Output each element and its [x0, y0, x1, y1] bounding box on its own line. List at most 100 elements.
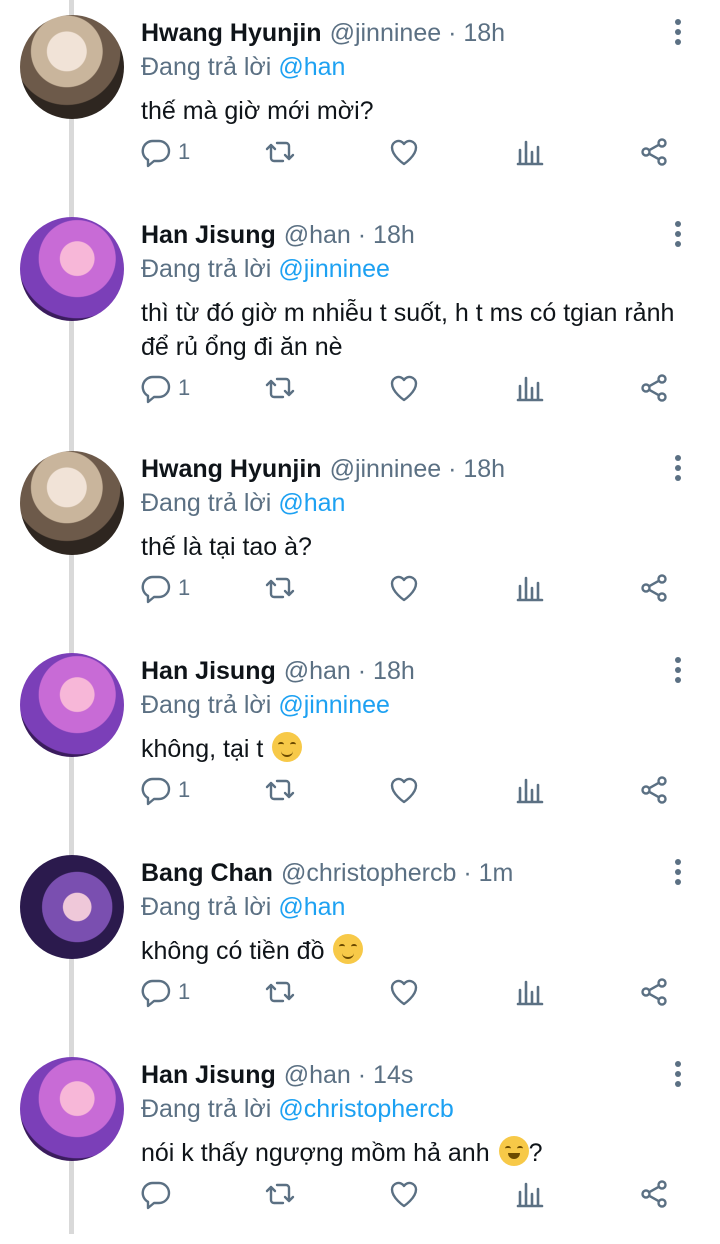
- avatar[interactable]: [20, 217, 124, 321]
- avatar[interactable]: [20, 653, 124, 757]
- retweet-button[interactable]: [264, 770, 296, 810]
- retweet-button[interactable]: [264, 568, 296, 608]
- reply-count: 1: [178, 139, 191, 164]
- avatar[interactable]: [20, 15, 124, 119]
- like-button[interactable]: [388, 368, 420, 408]
- stats-button[interactable]: [514, 568, 546, 608]
- tweet[interactable]: Han Jisung @han · 14s Đang trả lời @christ…: [0, 1042, 720, 1244]
- like-icon: [390, 575, 418, 602]
- reply-button[interactable]: [140, 1174, 178, 1214]
- author-name[interactable]: Bang Chan: [141, 859, 273, 887]
- stats-button[interactable]: [514, 132, 546, 172]
- stats-icon: [516, 778, 544, 804]
- reply-button[interactable]: 1: [140, 770, 190, 810]
- tweet-text-body: không có tiền đồ: [141, 937, 325, 965]
- smiling-face-emoji: [272, 732, 303, 762]
- share-button[interactable]: [638, 568, 670, 608]
- share-button[interactable]: [638, 132, 670, 172]
- mention-link[interactable]: @christophercb: [278, 1095, 453, 1123]
- tweet[interactable]: Han Jisung @han · 18h Đang trả lời @jinnin…: [0, 202, 720, 404]
- tweet[interactable]: Hwang Hyunjin @jinninee · 18h Đang trả lờ…: [0, 0, 720, 202]
- tweet-text: không, tại t: [141, 732, 691, 766]
- share-icon: [641, 138, 667, 166]
- mention-link[interactable]: @jinninee: [278, 691, 390, 719]
- tweet[interactable]: Han Jisung @han · 18h Đang trả lời @jinnin…: [0, 638, 720, 840]
- share-icon: [641, 776, 667, 804]
- share-icon: [641, 574, 667, 602]
- reply-button[interactable]: 1: [140, 368, 190, 408]
- stats-button[interactable]: [514, 770, 546, 810]
- tweet-header: Han Jisung @han · 18h: [141, 653, 415, 689]
- avatar[interactable]: [20, 451, 124, 555]
- mention-link[interactable]: @jinninee: [278, 255, 390, 283]
- reply-icon: [141, 139, 171, 168]
- like-button[interactable]: [388, 568, 420, 608]
- like-icon: [390, 139, 418, 166]
- retweet-button[interactable]: [264, 132, 296, 172]
- author-name[interactable]: Hwang Hyunjin: [141, 455, 322, 483]
- reply-button[interactable]: 1: [140, 132, 190, 172]
- author-name[interactable]: Han Jisung: [141, 657, 276, 685]
- like-icon: [390, 375, 418, 402]
- mention-link[interactable]: @han: [278, 489, 345, 517]
- tweet[interactable]: Bang Chan @christophercb · 1m Đang trả lờ…: [0, 840, 720, 1042]
- tweet[interactable]: Hwang Hyunjin @jinninee · 18h Đang trả lờ…: [0, 436, 720, 638]
- avatar[interactable]: [20, 855, 124, 959]
- like-button[interactable]: [388, 1174, 420, 1214]
- more-icon[interactable]: [664, 16, 692, 48]
- retweet-icon: [265, 141, 295, 163]
- stats-button[interactable]: [514, 972, 546, 1012]
- tweet-text: thì từ đó giờ m nhiễu t suốt, h t ms có …: [141, 296, 691, 364]
- replying-to: Đang trả lời @christophercb: [141, 1092, 454, 1126]
- more-icon[interactable]: [664, 1058, 692, 1090]
- share-button[interactable]: [638, 1174, 670, 1214]
- more-icon[interactable]: [664, 218, 692, 250]
- share-button[interactable]: [638, 972, 670, 1012]
- avatar[interactable]: [20, 1057, 124, 1161]
- replying-to-label: Đang trả lời: [141, 691, 272, 719]
- retweet-icon: [265, 377, 295, 399]
- mention-link[interactable]: @han: [278, 53, 345, 81]
- more-icon[interactable]: [664, 452, 692, 484]
- retweet-button[interactable]: [264, 368, 296, 408]
- replying-to-label: Đang trả lời: [141, 255, 272, 283]
- reply-icon: [141, 375, 171, 404]
- author-name[interactable]: Han Jisung: [141, 1061, 276, 1089]
- stats-button[interactable]: [514, 368, 546, 408]
- more-icon[interactable]: [664, 654, 692, 686]
- tweet-text: thế là tại tao à?: [141, 530, 691, 564]
- reply-button[interactable]: 1: [140, 568, 190, 608]
- reply-count: 1: [178, 375, 191, 400]
- stats-icon: [516, 140, 544, 166]
- tweet-actions: 1: [0, 132, 720, 172]
- tweet-actions: 1: [0, 770, 720, 810]
- retweet-button[interactable]: [264, 972, 296, 1012]
- replying-to: Đang trả lời @han: [141, 50, 345, 84]
- stats-button[interactable]: [514, 1174, 546, 1214]
- grinning-face-emoji: [498, 1136, 529, 1166]
- reply-count: 1: [178, 979, 191, 1004]
- stats-icon: [516, 376, 544, 402]
- author-name[interactable]: Hwang Hyunjin: [141, 19, 322, 47]
- author-name[interactable]: Han Jisung: [141, 221, 276, 249]
- retweet-icon: [265, 577, 295, 599]
- mention-link[interactable]: @han: [278, 893, 345, 921]
- tweet-header: Bang Chan @christophercb · 1m: [141, 855, 513, 891]
- share-button[interactable]: [638, 368, 670, 408]
- tweet-text-trailing: ?: [528, 1139, 543, 1167]
- like-button[interactable]: [388, 972, 420, 1012]
- like-icon: [390, 979, 418, 1006]
- more-icon[interactable]: [664, 856, 692, 888]
- like-button[interactable]: [388, 132, 420, 172]
- tweet-actions: 1: [0, 972, 720, 1012]
- share-button[interactable]: [638, 770, 670, 810]
- retweet-button[interactable]: [264, 1174, 296, 1214]
- reply-button[interactable]: 1: [140, 972, 190, 1012]
- handle-and-time: @jinninee · 18h: [329, 19, 506, 47]
- handle-and-time: @han · 18h: [283, 657, 415, 685]
- tweet-header: Hwang Hyunjin @jinninee · 18h: [141, 15, 505, 51]
- reply-count: 1: [178, 777, 191, 802]
- retweet-icon: [265, 779, 295, 801]
- tweet-text-body: thế là tại tao à?: [141, 533, 312, 561]
- like-button[interactable]: [388, 770, 420, 810]
